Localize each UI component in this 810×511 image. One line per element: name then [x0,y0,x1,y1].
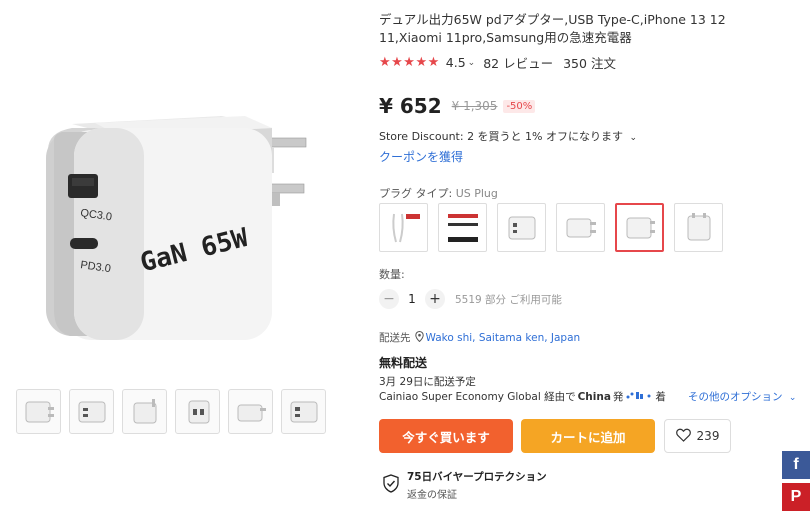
variant-option-5[interactable] [615,203,664,252]
quantity-value[interactable]: 1 [399,292,425,306]
chevron-down-icon[interactable]: ⌄ [468,58,476,68]
ship-to-row: 配送先 Wako shi, Saitama ken, Japan [379,330,580,345]
reviews-count[interactable]: 82 レビュー [483,53,553,72]
price-row: ¥ 652 ¥ 1,305 -50% [379,94,536,118]
carrier-info: Cainiao Super Economy Global 経由で China 発… [379,389,666,404]
carrier-end: 着 [655,391,666,403]
carrier-suffix: 発 [612,391,624,403]
variant-option-3[interactable] [497,203,546,252]
variant-option-6[interactable] [674,203,723,252]
ship-to-label: 配送先 [379,332,411,344]
ship-to-location-link[interactable]: Wako shi, Saitama ken, Japan [426,332,581,344]
quantity-decrease-button[interactable]: − [379,289,399,309]
original-price: ¥ 1,305 [451,99,498,113]
add-to-cart-button[interactable]: カートに追加 [521,419,655,453]
route-icon [626,390,652,403]
quantity-stepper: − 1 + 5519 部分 ご利用可能 [379,289,562,309]
thumbnail-3[interactable] [122,389,167,434]
buyer-protection: 75日バイヤープロテクション 返金の保証 [383,469,547,501]
stock-available: 5519 部分 ご利用可能 [455,293,562,306]
facebook-share-icon[interactable]: f [782,451,810,479]
current-price: ¥ 652 [379,94,442,118]
main-product-image[interactable]: QC3.0 PD3.0 GaN 65W [10,10,340,375]
variant-option-2[interactable] [438,203,487,252]
location-pin-icon [414,330,424,345]
variant-selector [379,203,723,252]
carrier-country: China [577,390,611,403]
free-shipping-label: 無料配送 [379,356,428,370]
thumbnail-1[interactable] [16,389,61,434]
wishlist-count: 239 [696,429,720,443]
carrier-prefix: Cainiao Super Economy Global 経由で [379,391,576,403]
thumbnail-5[interactable] [228,389,273,434]
store-discount[interactable]: Store Discount: 2 を買うと 1% オフになります ⌄ [379,128,637,144]
variant-option-1[interactable] [379,203,428,252]
wishlist-button[interactable]: 239 [664,419,731,453]
buy-now-button[interactable]: 今すぐ買います [379,419,513,453]
thumbnail-strip [16,389,326,434]
variant-option-4[interactable] [556,203,605,252]
plug-type-title: プラグ タイプ: [379,187,453,200]
quantity-increase-button[interactable]: + [425,289,445,309]
rating-row: ★★★★★ 4.5 ⌄ 82 レビュー 350 注文 [379,53,616,72]
product-title: デュアル出力65W pdアダプター,USB Type-C,iPhone 13 1… [379,12,726,45]
delivery-date: 3月 29日に配送予定 [379,376,476,388]
store-discount-text: Store Discount: 2 を買うと 1% オフになります [379,130,624,143]
rating-stars-icon: ★★★★★ [379,55,440,70]
thumbnail-4[interactable] [175,389,220,434]
other-shipping-options-link[interactable]: その他のオプション ⌄ [688,389,796,404]
plug-type-label: プラグ タイプ: US Plug [379,185,498,201]
discount-badge: -50% [503,99,536,113]
chevron-down-icon: ⌄ [788,393,797,403]
rating-value[interactable]: 4.5 [446,55,466,70]
quantity-label: 数量: [379,268,405,281]
other-options-text: その他のオプション [688,391,783,403]
orders-count: 350 注文 [563,56,616,71]
pinterest-share-icon[interactable]: P [782,483,810,511]
heart-icon [675,428,691,445]
shield-check-icon [383,473,399,497]
thumbnail-6[interactable] [281,389,326,434]
thumbnail-2[interactable] [69,389,114,434]
protection-title: 75日バイヤープロテクション [407,471,547,483]
get-coupon-link[interactable]: クーポンを獲得 [379,148,463,165]
plug-type-value: US Plug [455,187,498,200]
chevron-down-icon: ⌄ [629,133,638,143]
protection-subtitle: 返金の保証 [407,490,457,501]
